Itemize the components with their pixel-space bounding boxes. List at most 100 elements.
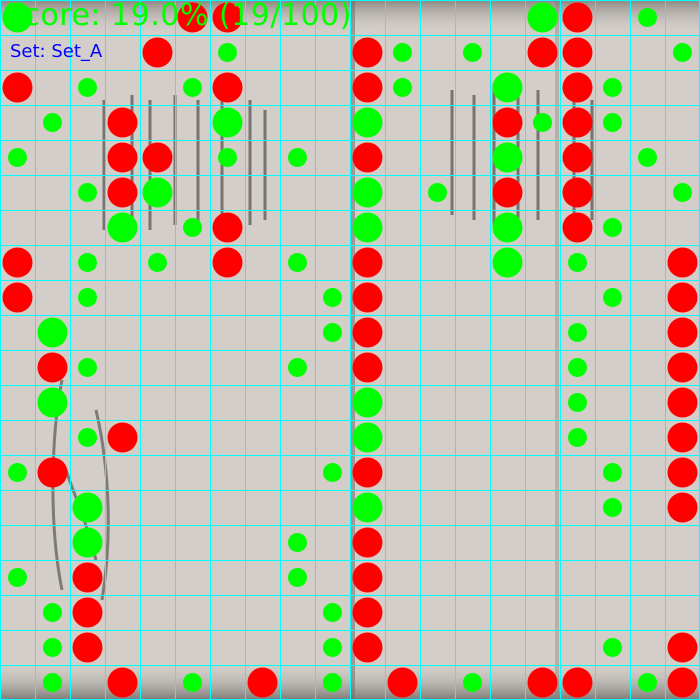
hit-marker	[463, 43, 482, 62]
hit-marker	[183, 78, 202, 97]
miss-marker	[352, 72, 383, 103]
miss-marker	[247, 667, 278, 698]
miss-marker	[37, 457, 68, 488]
hit-marker	[72, 527, 103, 558]
miss-marker	[667, 247, 698, 278]
hit-marker	[603, 113, 622, 132]
hit-marker	[492, 212, 523, 243]
hit-marker	[492, 72, 523, 103]
miss-marker	[562, 107, 593, 138]
miss-marker	[667, 667, 698, 698]
hit-marker	[8, 463, 27, 482]
miss-marker	[352, 247, 383, 278]
hit-marker	[107, 212, 138, 243]
miss-marker	[667, 282, 698, 313]
hit-marker	[533, 113, 552, 132]
hit-marker	[323, 673, 342, 692]
miss-marker	[667, 387, 698, 418]
hit-marker	[142, 177, 173, 208]
hit-marker	[568, 358, 587, 377]
miss-marker	[667, 457, 698, 488]
miss-marker	[107, 107, 138, 138]
hit-marker	[673, 43, 692, 62]
hit-marker	[78, 78, 97, 97]
hit-marker	[352, 177, 383, 208]
miss-marker	[527, 667, 558, 698]
miss-marker	[527, 37, 558, 68]
miss-marker	[352, 317, 383, 348]
hit-marker	[323, 603, 342, 622]
hit-marker	[288, 148, 307, 167]
miss-marker	[492, 107, 523, 138]
set-label: Set: Set_A	[10, 41, 103, 62]
hit-marker	[352, 387, 383, 418]
hit-marker	[323, 323, 342, 342]
hit-marker	[638, 8, 657, 27]
hit-marker	[37, 387, 68, 418]
hit-marker	[212, 107, 243, 138]
miss-marker	[2, 72, 33, 103]
hit-marker	[638, 148, 657, 167]
hit-marker	[8, 568, 27, 587]
hit-marker	[568, 428, 587, 447]
hit-marker	[323, 638, 342, 657]
miss-marker	[212, 247, 243, 278]
miss-marker	[667, 317, 698, 348]
hit-marker	[183, 673, 202, 692]
miss-marker	[562, 72, 593, 103]
miss-marker	[72, 632, 103, 663]
hit-marker	[603, 498, 622, 517]
miss-marker	[562, 142, 593, 173]
miss-marker	[562, 177, 593, 208]
score-label: Score: 19.0% (19/100)	[4, 0, 352, 33]
hit-marker	[463, 673, 482, 692]
miss-marker	[212, 212, 243, 243]
hit-marker	[288, 568, 307, 587]
miss-marker	[562, 37, 593, 68]
hit-marker	[393, 78, 412, 97]
miss-marker	[492, 177, 523, 208]
hit-marker	[323, 463, 342, 482]
miss-marker	[72, 562, 103, 593]
miss-marker	[142, 142, 173, 173]
hit-marker	[568, 253, 587, 272]
hit-marker	[218, 148, 237, 167]
miss-marker	[562, 2, 593, 33]
miss-marker	[142, 37, 173, 68]
miss-marker	[107, 667, 138, 698]
miss-marker	[352, 282, 383, 313]
hit-marker	[183, 218, 202, 237]
hit-marker	[78, 428, 97, 447]
hit-marker	[492, 247, 523, 278]
miss-marker	[2, 247, 33, 278]
miss-marker	[352, 457, 383, 488]
hit-marker	[603, 218, 622, 237]
hit-marker	[352, 107, 383, 138]
hit-marker	[603, 288, 622, 307]
hit-marker	[428, 183, 447, 202]
game-board: Score: 19.0% (19/100) Set: Set_A	[0, 0, 700, 700]
miss-marker	[107, 422, 138, 453]
hit-marker	[288, 358, 307, 377]
miss-marker	[387, 667, 418, 698]
grid-overlay	[0, 0, 700, 700]
hit-marker	[568, 323, 587, 342]
hit-marker	[148, 253, 167, 272]
miss-marker	[2, 282, 33, 313]
miss-marker	[352, 632, 383, 663]
miss-marker	[212, 72, 243, 103]
hit-marker	[673, 183, 692, 202]
miss-marker	[667, 352, 698, 383]
hit-marker	[218, 43, 237, 62]
hit-marker	[72, 492, 103, 523]
hit-marker	[78, 358, 97, 377]
miss-marker	[667, 632, 698, 663]
miss-marker	[107, 177, 138, 208]
hit-marker	[78, 288, 97, 307]
hit-marker	[43, 673, 62, 692]
hit-marker	[43, 638, 62, 657]
miss-marker	[37, 352, 68, 383]
hit-marker	[603, 463, 622, 482]
hit-marker	[352, 422, 383, 453]
miss-marker	[352, 562, 383, 593]
